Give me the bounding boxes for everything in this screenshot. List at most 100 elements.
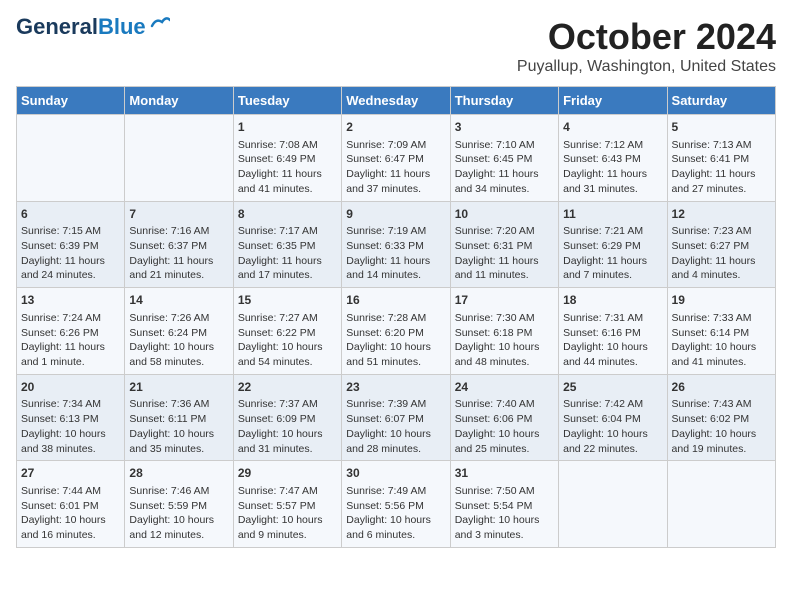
daylight-text: Daylight: 10 hours and 16 minutes. (21, 513, 120, 542)
day-number: 23 (346, 379, 445, 396)
day-number: 9 (346, 206, 445, 223)
daylight-text: Daylight: 10 hours and 25 minutes. (455, 427, 554, 456)
sunset-text: Sunset: 5:59 PM (129, 499, 228, 514)
calendar-cell: 14Sunrise: 7:26 AMSunset: 6:24 PMDayligh… (125, 288, 233, 375)
calendar-cell: 7Sunrise: 7:16 AMSunset: 6:37 PMDaylight… (125, 201, 233, 288)
sunrise-text: Sunrise: 7:34 AM (21, 397, 120, 412)
calendar-cell: 11Sunrise: 7:21 AMSunset: 6:29 PMDayligh… (559, 201, 667, 288)
day-number: 27 (21, 465, 120, 482)
sunset-text: Sunset: 6:22 PM (238, 326, 337, 341)
page-title: October 2024 (517, 16, 776, 58)
calendar-cell: 6Sunrise: 7:15 AMSunset: 6:39 PMDaylight… (17, 201, 125, 288)
daylight-text: Daylight: 11 hours and 11 minutes. (455, 254, 554, 283)
header-cell-monday: Monday (125, 87, 233, 115)
sunset-text: Sunset: 6:47 PM (346, 152, 445, 167)
daylight-text: Daylight: 10 hours and 58 minutes. (129, 340, 228, 369)
calendar-table: SundayMondayTuesdayWednesdayThursdayFrid… (16, 86, 776, 548)
daylight-text: Daylight: 11 hours and 24 minutes. (21, 254, 120, 283)
calendar-cell: 18Sunrise: 7:31 AMSunset: 6:16 PMDayligh… (559, 288, 667, 375)
daylight-text: Daylight: 10 hours and 54 minutes. (238, 340, 337, 369)
sunrise-text: Sunrise: 7:50 AM (455, 484, 554, 499)
calendar-cell: 20Sunrise: 7:34 AMSunset: 6:13 PMDayligh… (17, 374, 125, 461)
calendar-week-row: 20Sunrise: 7:34 AMSunset: 6:13 PMDayligh… (17, 374, 776, 461)
sunset-text: Sunset: 6:27 PM (672, 239, 771, 254)
sunrise-text: Sunrise: 7:16 AM (129, 224, 228, 239)
sunset-text: Sunset: 6:13 PM (21, 412, 120, 427)
sunset-text: Sunset: 6:45 PM (455, 152, 554, 167)
sunset-text: Sunset: 6:37 PM (129, 239, 228, 254)
sunset-text: Sunset: 6:20 PM (346, 326, 445, 341)
calendar-cell (125, 115, 233, 202)
sunrise-text: Sunrise: 7:47 AM (238, 484, 337, 499)
sunset-text: Sunset: 6:26 PM (21, 326, 120, 341)
calendar-cell: 1Sunrise: 7:08 AMSunset: 6:49 PMDaylight… (233, 115, 341, 202)
daylight-text: Daylight: 11 hours and 17 minutes. (238, 254, 337, 283)
daylight-text: Daylight: 10 hours and 9 minutes. (238, 513, 337, 542)
calendar-cell: 3Sunrise: 7:10 AMSunset: 6:45 PMDaylight… (450, 115, 558, 202)
day-number: 13 (21, 292, 120, 309)
day-number: 21 (129, 379, 228, 396)
day-number: 7 (129, 206, 228, 223)
day-number: 3 (455, 119, 554, 136)
sunrise-text: Sunrise: 7:36 AM (129, 397, 228, 412)
day-number: 29 (238, 465, 337, 482)
calendar-cell: 19Sunrise: 7:33 AMSunset: 6:14 PMDayligh… (667, 288, 775, 375)
calendar-week-row: 6Sunrise: 7:15 AMSunset: 6:39 PMDaylight… (17, 201, 776, 288)
daylight-text: Daylight: 10 hours and 12 minutes. (129, 513, 228, 542)
logo: GeneralBlue (16, 16, 170, 38)
sunset-text: Sunset: 6:01 PM (21, 499, 120, 514)
daylight-text: Daylight: 10 hours and 19 minutes. (672, 427, 771, 456)
day-number: 19 (672, 292, 771, 309)
sunset-text: Sunset: 5:56 PM (346, 499, 445, 514)
sunset-text: Sunset: 6:24 PM (129, 326, 228, 341)
sunset-text: Sunset: 6:35 PM (238, 239, 337, 254)
page-subtitle: Puyallup, Washington, United States (517, 58, 776, 76)
calendar-cell: 16Sunrise: 7:28 AMSunset: 6:20 PMDayligh… (342, 288, 450, 375)
daylight-text: Daylight: 11 hours and 7 minutes. (563, 254, 662, 283)
calendar-week-row: 13Sunrise: 7:24 AMSunset: 6:26 PMDayligh… (17, 288, 776, 375)
title-area: October 2024 Puyallup, Washington, Unite… (517, 16, 776, 76)
calendar-cell: 5Sunrise: 7:13 AMSunset: 6:41 PMDaylight… (667, 115, 775, 202)
sunrise-text: Sunrise: 7:27 AM (238, 311, 337, 326)
day-number: 17 (455, 292, 554, 309)
day-number: 15 (238, 292, 337, 309)
day-number: 31 (455, 465, 554, 482)
sunset-text: Sunset: 6:14 PM (672, 326, 771, 341)
calendar-cell: 23Sunrise: 7:39 AMSunset: 6:07 PMDayligh… (342, 374, 450, 461)
daylight-text: Daylight: 11 hours and 21 minutes. (129, 254, 228, 283)
calendar-cell: 13Sunrise: 7:24 AMSunset: 6:26 PMDayligh… (17, 288, 125, 375)
day-number: 14 (129, 292, 228, 309)
calendar-cell: 28Sunrise: 7:46 AMSunset: 5:59 PMDayligh… (125, 461, 233, 548)
calendar-cell (667, 461, 775, 548)
calendar-cell: 22Sunrise: 7:37 AMSunset: 6:09 PMDayligh… (233, 374, 341, 461)
sunset-text: Sunset: 6:49 PM (238, 152, 337, 167)
day-number: 8 (238, 206, 337, 223)
day-number: 2 (346, 119, 445, 136)
day-number: 22 (238, 379, 337, 396)
sunrise-text: Sunrise: 7:23 AM (672, 224, 771, 239)
calendar-cell: 17Sunrise: 7:30 AMSunset: 6:18 PMDayligh… (450, 288, 558, 375)
sunset-text: Sunset: 6:43 PM (563, 152, 662, 167)
sunset-text: Sunset: 6:41 PM (672, 152, 771, 167)
calendar-cell: 12Sunrise: 7:23 AMSunset: 6:27 PMDayligh… (667, 201, 775, 288)
calendar-cell (17, 115, 125, 202)
day-number: 1 (238, 119, 337, 136)
sunrise-text: Sunrise: 7:40 AM (455, 397, 554, 412)
sunset-text: Sunset: 6:02 PM (672, 412, 771, 427)
sunrise-text: Sunrise: 7:33 AM (672, 311, 771, 326)
sunrise-text: Sunrise: 7:39 AM (346, 397, 445, 412)
calendar-cell: 2Sunrise: 7:09 AMSunset: 6:47 PMDaylight… (342, 115, 450, 202)
calendar-cell: 30Sunrise: 7:49 AMSunset: 5:56 PMDayligh… (342, 461, 450, 548)
header-cell-thursday: Thursday (450, 87, 558, 115)
day-number: 12 (672, 206, 771, 223)
calendar-cell: 24Sunrise: 7:40 AMSunset: 6:06 PMDayligh… (450, 374, 558, 461)
day-number: 28 (129, 465, 228, 482)
day-number: 11 (563, 206, 662, 223)
sunrise-text: Sunrise: 7:10 AM (455, 138, 554, 153)
calendar-cell (559, 461, 667, 548)
daylight-text: Daylight: 11 hours and 1 minute. (21, 340, 120, 369)
logo-bird-icon (148, 12, 170, 34)
daylight-text: Daylight: 10 hours and 35 minutes. (129, 427, 228, 456)
daylight-text: Daylight: 11 hours and 31 minutes. (563, 167, 662, 196)
daylight-text: Daylight: 10 hours and 31 minutes. (238, 427, 337, 456)
